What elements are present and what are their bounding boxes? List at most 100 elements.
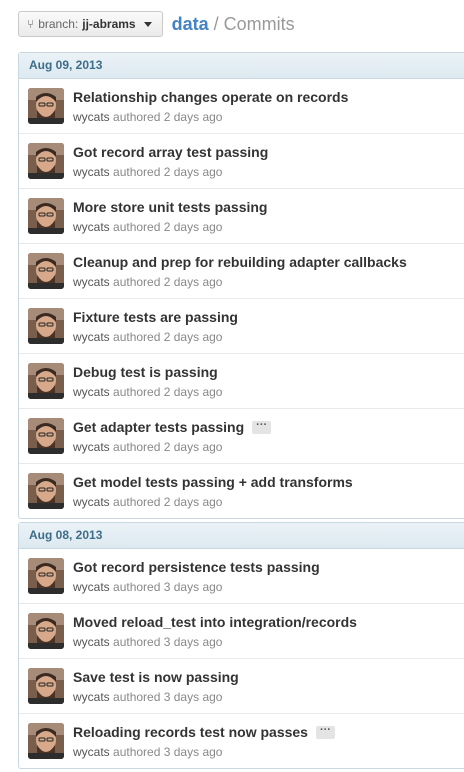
commit-row: Debug test is passing wycats authored 2 d… [19, 353, 464, 408]
commit-message: Save test is now passing [73, 669, 239, 685]
commit-verb: authored [113, 635, 161, 649]
commit-time: 3 days ago [163, 635, 223, 649]
branch-icon: ⑂ [27, 17, 35, 31]
breadcrumb: data / Commits [172, 14, 295, 35]
avatar[interactable] [28, 723, 64, 759]
commit-author[interactable]: wycats [73, 745, 110, 759]
commit-author[interactable]: wycats [73, 440, 110, 454]
commit-author[interactable]: wycats [73, 110, 110, 124]
avatar[interactable] [28, 308, 64, 344]
avatar[interactable] [28, 668, 64, 704]
commit-author[interactable]: wycats [73, 220, 110, 234]
commit-row: Moved reload_test into integration/recor… [19, 603, 464, 658]
commit-message: Got record persistence tests passing [73, 559, 320, 575]
commit-author[interactable]: wycats [73, 580, 110, 594]
avatar[interactable] [28, 253, 64, 289]
commit-meta: wycats authored 2 days ago [73, 385, 222, 399]
commit-group-date: Aug 09, 2013 [19, 53, 464, 79]
commit-group-date: Aug 08, 2013 [19, 523, 464, 549]
commit-author[interactable]: wycats [73, 165, 110, 179]
commit-message: Fixture tests are passing [73, 309, 238, 325]
commit-message-link[interactable]: Get adapter tests passing [73, 419, 244, 435]
branch-selector-button[interactable]: ⑂ branch: jj-abrams [18, 11, 163, 37]
commit-time: 2 days ago [163, 385, 223, 399]
page-title: Commits [223, 13, 295, 34]
commit-message: Get model tests passing + add transforms [73, 474, 353, 490]
commit-message-link[interactable]: Debug test is passing [73, 364, 218, 380]
commit-time: 2 days ago [163, 165, 223, 179]
commit-time: 2 days ago [163, 220, 223, 234]
avatar[interactable] [28, 473, 64, 509]
commit-message-link[interactable]: Cleanup and prep for rebuilding adapter … [73, 254, 407, 270]
commit-time: 2 days ago [163, 330, 223, 344]
commit-message: Get adapter tests passing ··· [73, 419, 272, 435]
commit-time: 2 days ago [163, 110, 223, 124]
commit-message-link[interactable]: Got record array test passing [73, 144, 268, 160]
commit-message: More store unit tests passing [73, 199, 267, 215]
commit-message-link[interactable]: Moved reload_test into integration/recor… [73, 614, 357, 630]
commit-message: Got record array test passing [73, 144, 268, 160]
commit-meta: wycats authored 2 days ago [73, 330, 222, 344]
commit-author[interactable]: wycats [73, 690, 110, 704]
commit-author[interactable]: wycats [73, 635, 110, 649]
commit-message: Reloading records test now passes ··· [73, 724, 335, 740]
commit-message-link[interactable]: Fixture tests are passing [73, 309, 238, 325]
commit-time: 3 days ago [163, 745, 223, 759]
chevron-down-icon [143, 21, 152, 27]
avatar[interactable] [28, 198, 64, 234]
commit-meta: wycats authored 2 days ago [73, 275, 222, 289]
commit-meta: wycats authored 2 days ago [73, 440, 222, 454]
avatar[interactable] [28, 613, 64, 649]
commit-meta: wycats authored 2 days ago [73, 495, 222, 509]
breadcrumb-separator: / [213, 13, 219, 34]
commit-meta: wycats authored 2 days ago [73, 220, 222, 234]
commit-time: 3 days ago [163, 580, 223, 594]
commit-row: Got record persistence tests passing wyca… [19, 549, 464, 603]
avatar[interactable] [28, 558, 64, 594]
avatar[interactable] [28, 143, 64, 179]
commit-message-link[interactable]: Save test is now passing [73, 669, 239, 685]
commit-meta: wycats authored 3 days ago [73, 635, 222, 649]
commit-row: Get adapter tests passing ··· wycats autho… [19, 408, 464, 463]
commit-verb: authored [113, 220, 161, 234]
commit-group: Aug 09, 2013 Relationship changes operate… [18, 52, 464, 519]
commit-row: Cleanup and prep for rebuilding adapter … [19, 243, 464, 298]
commit-message: Relationship changes operate on records [73, 89, 348, 105]
commit-time: 3 days ago [163, 690, 223, 704]
commit-verb: authored [113, 165, 161, 179]
repo-link[interactable]: data [172, 14, 209, 35]
commit-verb: authored [113, 580, 161, 594]
commit-message-link[interactable]: Got record persistence tests passing [73, 559, 320, 575]
commit-time: 2 days ago [163, 440, 223, 454]
expand-message-button[interactable]: ··· [252, 419, 272, 434]
avatar[interactable] [28, 418, 64, 454]
commit-row: Relationship changes operate on records w… [19, 79, 464, 133]
commit-verb: authored [113, 385, 161, 399]
commit-author[interactable]: wycats [73, 495, 110, 509]
commit-message-link[interactable]: Relationship changes operate on records [73, 89, 348, 105]
commit-message-link[interactable]: More store unit tests passing [73, 199, 267, 215]
commit-verb: authored [113, 745, 161, 759]
avatar[interactable] [28, 88, 64, 124]
commit-message: Debug test is passing [73, 364, 218, 380]
commit-row: Fixture tests are passing wycats authored… [19, 298, 464, 353]
commit-author[interactable]: wycats [73, 330, 110, 344]
expand-message-button[interactable]: ··· [315, 724, 335, 739]
commit-row: Reloading records test now passes ··· wyca… [19, 713, 464, 768]
commit-message-link[interactable]: Reloading records test now passes [73, 724, 308, 740]
branch-label: branch: [38, 17, 79, 31]
commit-time: 2 days ago [163, 275, 223, 289]
commit-author[interactable]: wycats [73, 385, 110, 399]
commit-row: Got record array test passing wycats auth… [19, 133, 464, 188]
branch-name: jj-abrams [82, 17, 136, 31]
commit-meta: wycats authored 2 days ago [73, 110, 222, 124]
topbar: ⑂ branch: jj-abrams data / Commits [18, 10, 295, 38]
commit-meta: wycats authored 3 days ago [73, 745, 222, 759]
commit-verb: authored [113, 275, 161, 289]
commit-row: More store unit tests passing wycats auth… [19, 188, 464, 243]
commit-meta: wycats authored 3 days ago [73, 580, 222, 594]
commit-verb: authored [113, 440, 161, 454]
commit-message-link[interactable]: Get model tests passing + add transforms [73, 474, 353, 490]
avatar[interactable] [28, 363, 64, 399]
commit-author[interactable]: wycats [73, 275, 110, 289]
